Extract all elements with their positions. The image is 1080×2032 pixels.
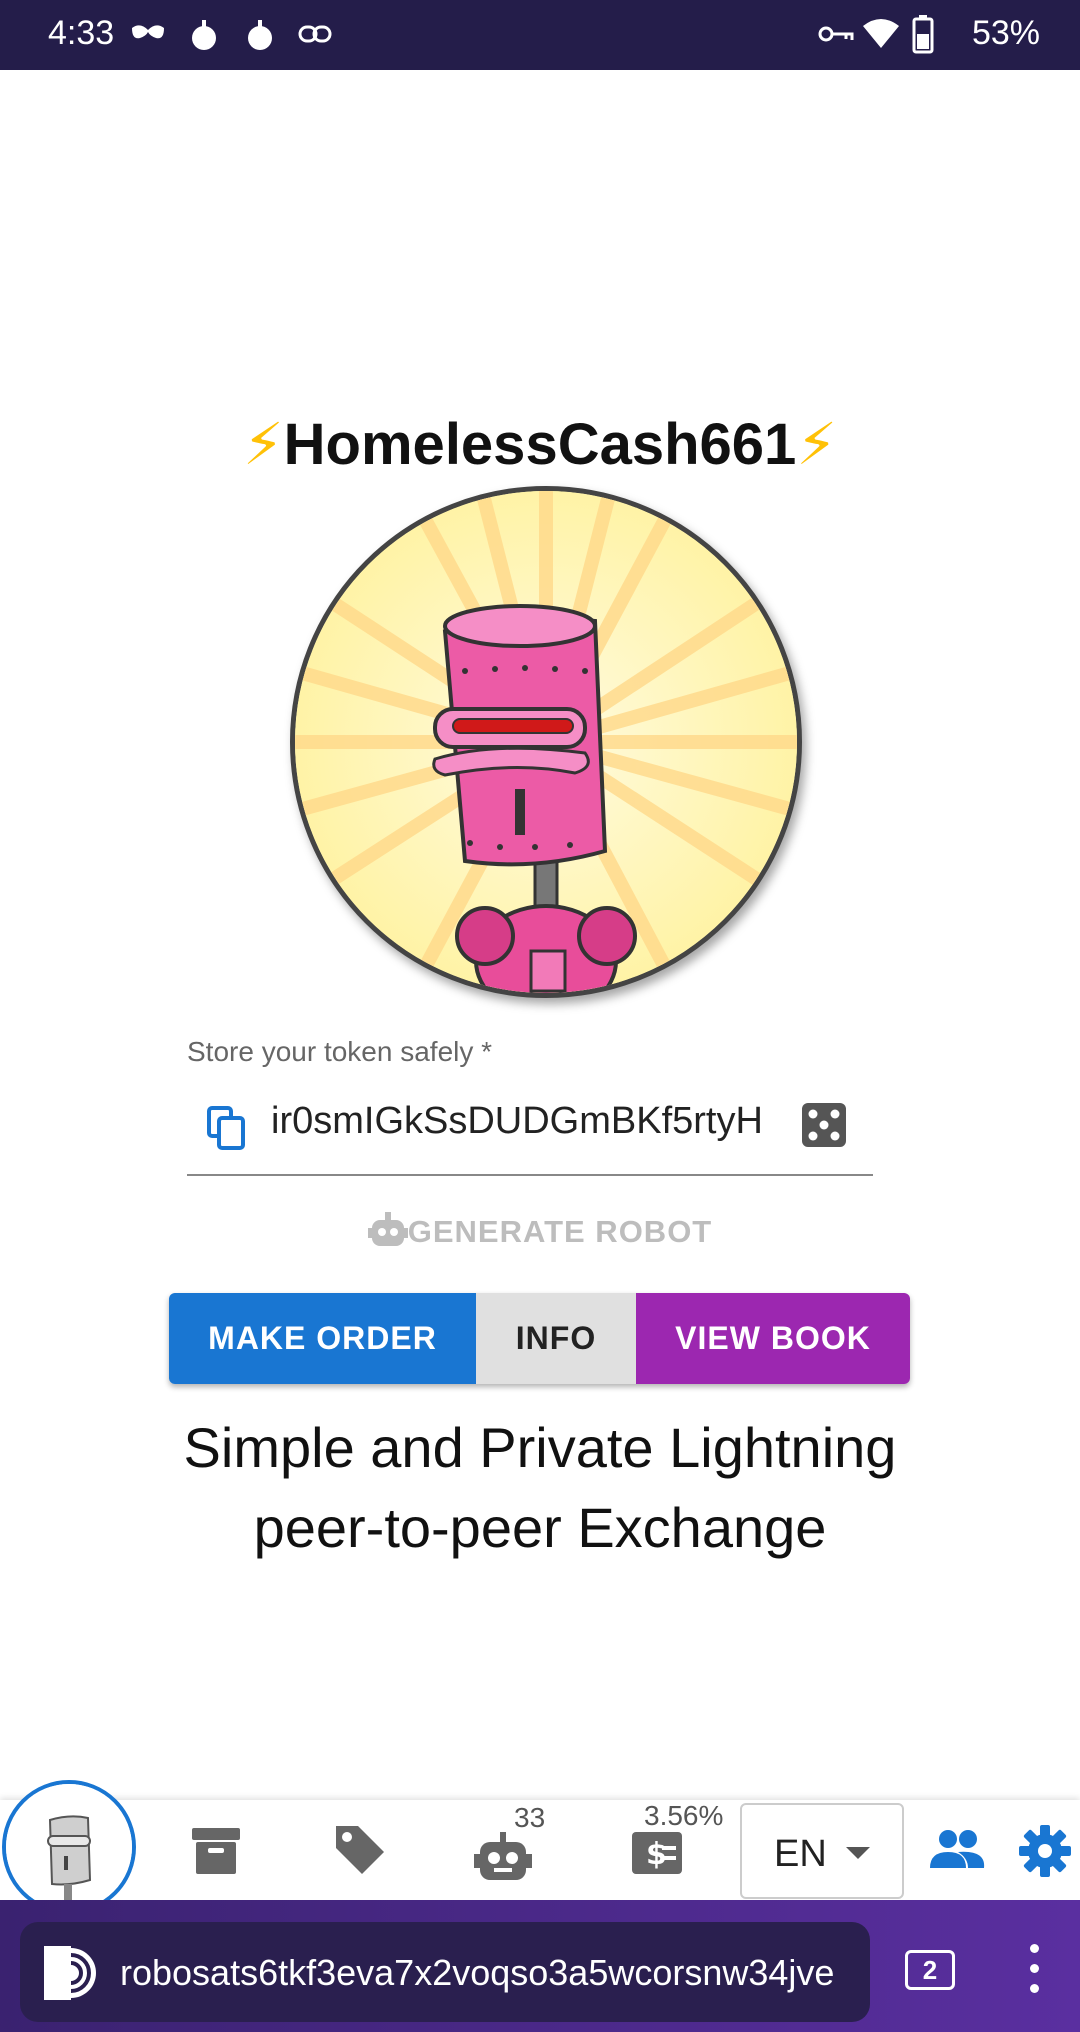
chevron-down-icon [846,1847,870,1859]
bomb-icon [192,20,216,50]
tagline-line2: peer-to-peer Exchange [253,1496,827,1559]
generate-robot-label: GENERATE ROBOT [407,1214,713,1249]
view-book-button[interactable]: VIEW BOOK [636,1293,910,1384]
url-text: robosats6tkf3eva7x2voqso3a5wcorsnw34jve [120,1952,835,1993]
lightning-icon: ⚡ [242,412,284,477]
copy-icon[interactable] [207,1106,247,1150]
lightning-icon: ⚡ [796,412,838,477]
nav-robot-avatar[interactable] [2,1780,136,1914]
bottom-nav: 33 $ 3.56% EN [0,1780,1080,1914]
onion-icon [44,1946,96,2000]
token-label: Store your token safely * [187,1036,493,1067]
status-bar: 4:33 53% [0,0,1080,70]
battery-icon [912,15,934,54]
language-value: EN [774,1833,827,1875]
token-field[interactable]: ir0smIGkSsDUDGmBKf5rtyH [187,1080,873,1176]
robot-icon [367,1212,408,1246]
tagline: Simple and Private Lightning peer-to-pee… [0,1408,1080,1568]
incognito-icon [132,25,164,39]
wifi-icon [863,19,899,48]
info-button[interactable]: INFO [476,1293,636,1384]
robots-count-badge: 33 [514,1802,546,1833]
archive-icon[interactable] [190,1824,242,1876]
community-icon[interactable] [928,1828,986,1870]
status-time: 4:33 [48,14,115,52]
make-order-button[interactable]: MAKE ORDER [169,1293,476,1384]
language-select[interactable]: EN [740,1803,904,1899]
link-icon [298,25,332,43]
robot-avatar-image [295,491,797,993]
gear-icon[interactable] [1018,1824,1072,1878]
main-actions: MAKE ORDER INFO VIEW BOOK [169,1293,910,1384]
dice-icon[interactable] [801,1102,847,1148]
overflow-menu-icon[interactable] [1028,1944,1042,2000]
tagline-line1: Simple and Private Lightning [183,1416,897,1479]
battery-percent: 53% [971,14,1040,52]
robot-icon[interactable] [474,1832,532,1882]
robot-avatar-thumbnail [6,1784,132,1910]
username-text: HomelessCash661 [283,412,797,477]
svg-text:$: $ [646,1837,667,1872]
bomb-icon [248,20,272,50]
browser-toolbar: robosats6tkf3eva7x2voqso3a5wcorsnw34jve … [0,1900,1080,2032]
robot-username: ⚡HomelessCash661⚡ [0,410,1080,478]
generate-robot-button[interactable]: GENERATE ROBOT [0,1212,1080,1250]
robot-avatar [290,486,802,998]
price-icon[interactable]: $ [630,1830,684,1876]
url-bar[interactable]: robosats6tkf3eva7x2voqso3a5wcorsnw34jve [20,1922,870,2022]
tag-icon[interactable] [332,1822,388,1878]
tabs-button[interactable]: 2 [905,1950,955,1990]
token-input[interactable]: ir0smIGkSsDUDGmBKf5rtyH [271,1100,771,1143]
fee-percent-badge: 3.56% [644,1800,724,1831]
vpn-key-icon [818,26,854,42]
